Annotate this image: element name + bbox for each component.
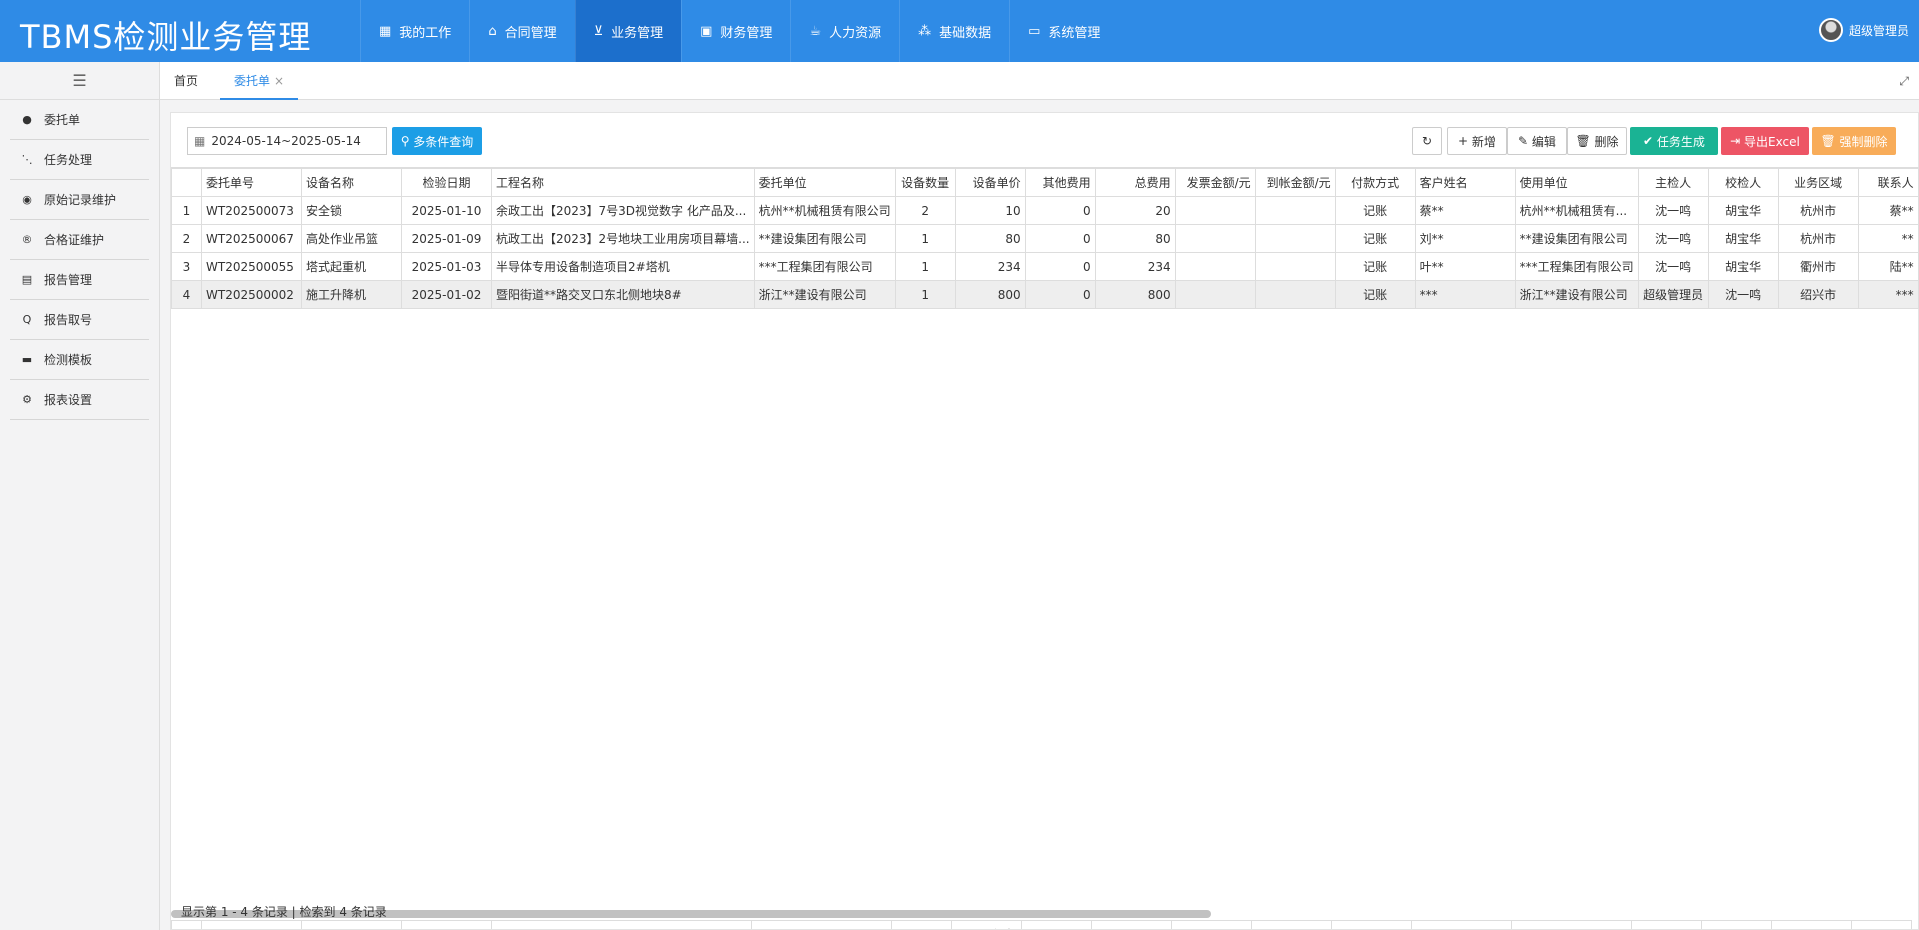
briefcase-icon: ▣ (700, 23, 713, 39)
nav-finance[interactable]: ▣ 财务管理 (681, 0, 790, 62)
edit-button[interactable]: ✎ 编辑 (1507, 127, 1567, 155)
export-icon: ⇥ (1730, 134, 1745, 148)
sidebar-item-certificate[interactable]: ® 合格证维护 (10, 220, 149, 260)
main-nav: ▦ 我的工作 ⌂ 合同管理 ⊻ 业务管理 ▣ 财务管理 ☕ 人力资源 ⁂ 基础数据 ▭ 系统管… (360, 0, 1118, 62)
search-icon: ⚲ (400, 134, 414, 148)
table-footer: 合计: 0.00 1134.00 0.00 0.00 (171, 920, 1912, 929)
date-range-input[interactable]: ▦ 2024-05-14~2025-05-14 (187, 127, 387, 155)
avatar (1818, 18, 1843, 42)
column-header[interactable]: 联系人 (1857, 168, 1919, 197)
data-table: 委托单号 设备名称 检验日期 工程名称 委托单位 设备数量 设备单价 其他费用 … (171, 168, 1919, 309)
refresh-icon: ↻ (1421, 134, 1433, 148)
force-delete-button[interactable]: 🗑 强制删除 (1812, 127, 1896, 155)
sidebar-toggle-icon[interactable]: ☰ (0, 62, 159, 100)
registered-icon: ® (21, 233, 33, 246)
nav-contract[interactable]: ⌂ 合同管理 (469, 0, 574, 62)
desktop-icon: ▭ (1028, 23, 1041, 39)
nav-basic-data[interactable]: ⁂ 基础数据 (899, 0, 1009, 62)
sidebar-item-record[interactable]: ◉ 原始记录维护 (10, 180, 149, 220)
column-header[interactable]: 总费用 (1094, 168, 1176, 197)
top-header: TBMS检测业务管理 ▦ 我的工作 ⌂ 合同管理 ⊻ 业务管理 ▣ 财务管理 ☕ 人力资源… (0, 0, 1919, 62)
windows-icon: ▦ (379, 23, 392, 39)
column-header[interactable]: 客户姓名 (1414, 168, 1516, 197)
check-icon: ✔ (1643, 134, 1657, 148)
pagination-info: 显示第 1 - 4 条记录 | 检索到 4 条记录 (181, 905, 387, 919)
data-table-container: 委托单号 设备名称 检验日期 工程名称 委托单位 设备数量 设备单价 其他费用 … (171, 167, 1919, 929)
compass-icon: ● (22, 113, 32, 126)
bank-icon: ⌂ (488, 23, 497, 39)
column-header[interactable]: 设备单价 (954, 168, 1026, 197)
column-header[interactable]: 付款方式 (1334, 168, 1416, 197)
plus-icon: + (1458, 134, 1472, 148)
column-header[interactable]: 业务区域 (1777, 168, 1859, 197)
trash-icon: 🗑 (1575, 134, 1595, 148)
edit-icon: ✎ (1518, 134, 1532, 148)
table-header-row: 委托单号 设备名称 检验日期 工程名称 委托单位 设备数量 设备单价 其他费用 … (171, 168, 1919, 197)
tab-order[interactable]: 委托单 × (220, 62, 299, 100)
table-row[interactable]: 1 WT202500073 安全锁 2025-01-10 余政工出【2023】7号3D视… (171, 196, 1919, 225)
sidebar-item-report-number[interactable]: Q 报告取号 (10, 300, 149, 340)
column-header[interactable]: 委托单号 (201, 168, 302, 197)
nav-my-work[interactable]: ▦ 我的工作 (360, 0, 469, 62)
sidebar-item-task[interactable]: ⋱ 任务处理 (10, 140, 149, 180)
sidebar: ☰ ● 委托单 ⋱ 任务处理 ◉ 原始记录维护 ® 合格证维护 ▤ 报告管理 Q 报告取号 … (0, 62, 160, 930)
add-button[interactable]: + 新增 (1447, 127, 1507, 155)
tab-bar: 首页 委托单 × ⤢ (160, 62, 1919, 100)
sidebar-item-order[interactable]: ● 委托单 (10, 100, 149, 140)
tab-home[interactable]: 首页 (160, 62, 212, 100)
sum-total-fee: 1134.00 (1091, 920, 1172, 929)
column-header[interactable]: 到帐金额/元 (1254, 168, 1336, 197)
generate-task-button[interactable]: ✔ 任务生成 (1630, 127, 1718, 155)
nav-system[interactable]: ▭ 系统管理 (1009, 0, 1118, 62)
column-header[interactable]: 其他费用 (1024, 168, 1096, 197)
column-header[interactable]: 委托单位 (753, 168, 896, 197)
refresh-button[interactable]: ↻ (1412, 127, 1442, 155)
main-panel: ▦ 2024-05-14~2025-05-14 ⚲ 多条件查询 ↻ + 新增 ✎… (170, 112, 1919, 930)
nav-business[interactable]: ⊻ 业务管理 (574, 0, 682, 62)
q-icon: Q (22, 313, 32, 326)
column-header[interactable]: 发票金额/元 (1174, 168, 1256, 197)
coffee-icon: ☕ (809, 23, 822, 39)
delete-button[interactable]: 🗑 删除 (1567, 127, 1627, 155)
app-title: TBMS检测业务管理 (20, 18, 312, 56)
table-row[interactable]: 2 WT202500067 高处作业吊篮 2025-01-09 杭政工出【2023】2号… (171, 224, 1919, 253)
user-menu[interactable]: 超级管理员 (1818, 18, 1909, 42)
sum-received: 0.00 (1251, 920, 1332, 929)
sidebar-item-template[interactable]: ▬ 检测模板 (10, 340, 149, 380)
column-header[interactable]: 校检人 (1707, 168, 1779, 197)
calendar-icon: ▦ (194, 134, 206, 148)
footer-row: 合计: 0.00 1134.00 0.00 0.00 (171, 920, 1912, 929)
rss-icon: ⋱ (21, 153, 33, 166)
horizontal-scrollbar[interactable] (171, 908, 1919, 918)
word-file-icon: ▤ (21, 273, 33, 286)
sidebar-item-report-settings[interactable]: ⚙ 报表设置 (10, 380, 149, 420)
export-excel-button[interactable]: ⇥ 导出Excel (1721, 127, 1809, 155)
column-header[interactable]: 设备名称 (301, 168, 402, 197)
close-icon[interactable]: × (274, 74, 284, 88)
sum-label: 合计: (951, 920, 1022, 929)
sum-other-fee: 0.00 (1021, 920, 1092, 929)
column-header[interactable]: 设备数量 (894, 168, 956, 197)
column-header[interactable]: 使用单位 (1514, 168, 1639, 197)
cubes-icon: ⁂ (918, 23, 932, 39)
record-icon: ◉ (22, 193, 32, 206)
fullscreen-icon[interactable]: ⤢ (1899, 74, 1909, 89)
trash-icon: 🗑 (1820, 134, 1840, 148)
sum-invoice: 0.00 (1171, 920, 1252, 929)
column-header (171, 168, 202, 197)
column-header[interactable]: 检验日期 (401, 168, 492, 197)
table-row[interactable]: 4 WT202500002 施工升降机 2025-01-02 暨阳街道**路交叉口东北侧… (171, 280, 1919, 309)
column-header[interactable]: 主检人 (1637, 168, 1709, 197)
table-row[interactable]: 3 WT202500055 塔式起重机 2025-01-03 半导体专用设备制造项目2#… (171, 252, 1919, 281)
nav-hr[interactable]: ☕ 人力资源 (790, 0, 899, 62)
cart-icon: ⊻ (593, 23, 604, 39)
query-button[interactable]: ⚲ 多条件查询 (392, 127, 482, 155)
column-header[interactable]: 工程名称 (491, 168, 755, 197)
user-name: 超级管理员 (1848, 23, 1909, 38)
sidebar-item-report[interactable]: ▤ 报告管理 (10, 260, 149, 300)
cogs-icon: ⚙ (22, 393, 32, 406)
window-icon: ▬ (21, 353, 33, 366)
